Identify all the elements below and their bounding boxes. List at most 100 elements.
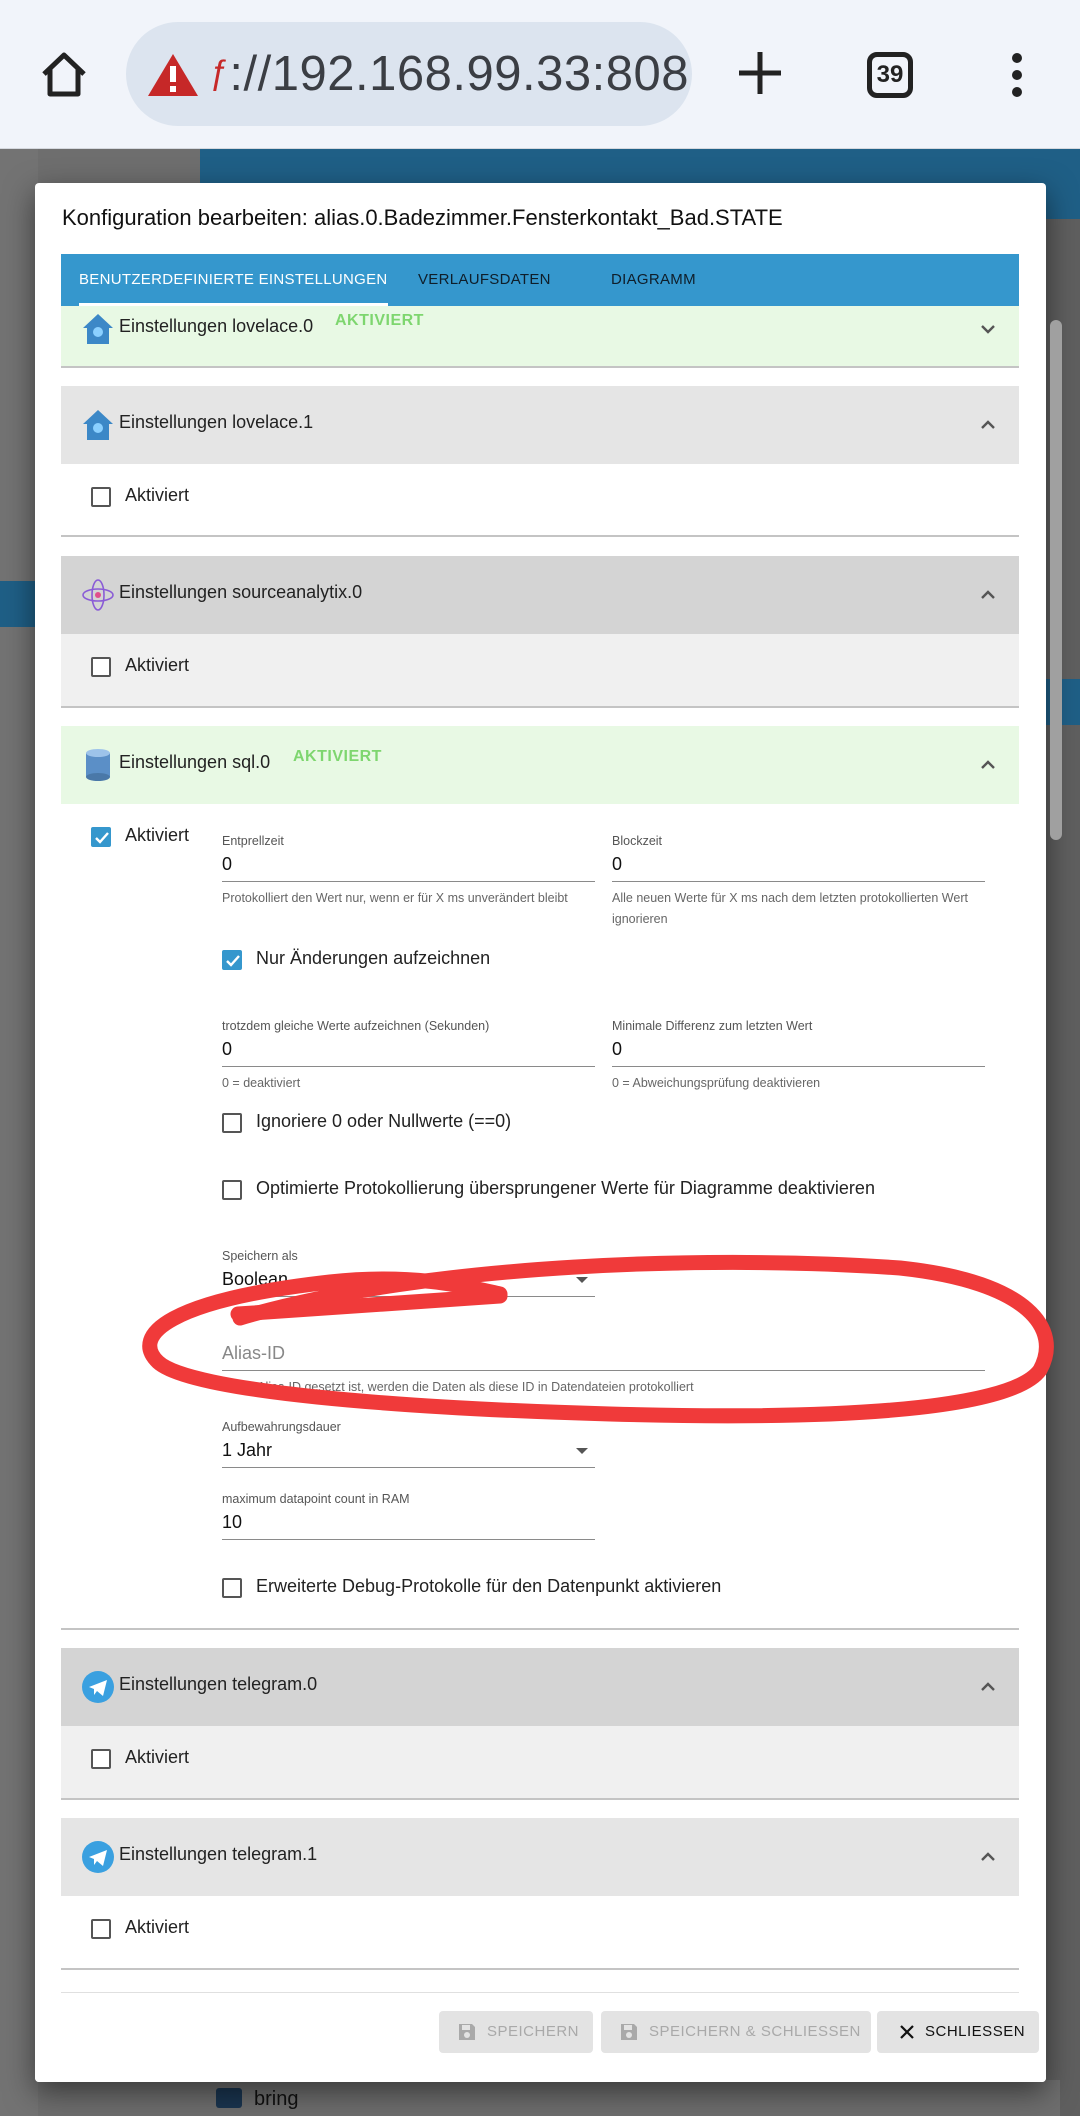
debug-logs-label: Erweiterte Debug-Protokolle für den Date… [256,1576,722,1596]
chevron-up-icon[interactable] [977,1676,999,1698]
retention-select[interactable]: 1 Jahr [222,1440,272,1461]
dialog-tabbar: BENUTZERDEFINIERTE EINSTELLUNGEN VERLAUF… [61,254,1019,306]
retention-underline [222,1467,595,1468]
same-values-underline [222,1066,595,1067]
ignore-zero-checkbox[interactable] [222,1113,242,1133]
background-sidebar [0,149,38,2116]
section-title: Einstellungen sourceanalytix.0 [119,582,363,602]
activated-checkbox[interactable] [91,657,111,677]
only-changes-checkbox[interactable] [222,950,242,970]
min-diff-input[interactable]: 0 [612,1039,622,1060]
disable-optimized-logging-checkbox[interactable] [222,1180,242,1200]
activated-badge: AKTIVIERT [335,312,424,329]
max-count-underline [222,1539,595,1540]
folder-icon [216,2088,242,2108]
more-options-icon[interactable] [1010,52,1024,98]
address-bar[interactable]: ƒ://192.168.99.33:8081 [126,22,692,126]
debounce-input[interactable]: 0 [222,854,232,875]
activated-label: Aktiviert [125,655,190,675]
dialog-title: Konfiguration bearbeiten: alias.0.Badezi… [62,205,783,230]
ignore-zero-label: Ignoriere 0 oder Nullwerte (==0) [256,1111,512,1131]
section-header[interactable]: Einstellungen lovelace.0 AKTIVIERT [61,306,1019,368]
blocktime-underline [612,881,985,882]
alias-id-input[interactable]: Alias-ID [222,1343,285,1364]
section-lovelace-0: Einstellungen lovelace.0 AKTIVIERT [61,306,1019,368]
blocktime-help: Alle neuen Werte für X ms nach dem letzt… [612,891,968,926]
section-header[interactable]: Einstellungen sourceanalytix.0 [61,556,1019,634]
activated-label: Aktiviert [125,485,190,505]
background-item-label: bring [254,2088,299,2110]
save-close-button[interactable]: SPEICHERN & SCHLIESSEN [601,2011,871,2053]
same-values-label: trotzdem gleiche Werte aufzeichnen (Seku… [222,1019,490,1033]
section-header[interactable]: Einstellungen telegram.0 [61,1648,1019,1726]
next-section-edge [61,1992,1019,1993]
section-lovelace-1: Einstellungen lovelace.1 Aktiviert [61,386,1019,537]
disable-optimized-logging-label: Optimierte Protokollierung übersprungene… [256,1178,875,1198]
url-text[interactable]: ƒ://192.168.99.33:8081 [210,46,692,102]
retention-dropdown-arrow-icon[interactable] [576,1448,588,1454]
tab-chart[interactable]: DIAGRAMM [611,254,696,306]
debug-logs-checkbox[interactable] [222,1578,242,1598]
config-dialog: Konfiguration bearbeiten: alias.0.Badezi… [35,183,1046,2082]
activated-checkbox[interactable] [91,1749,111,1769]
close-button[interactable]: SCHLIESSEN [877,2011,1039,2053]
max-count-input[interactable]: 10 [222,1512,242,1533]
activated-checkbox[interactable] [91,487,111,507]
lovelace-icon [83,314,113,344]
debounce-underline [222,881,595,882]
warning-icon[interactable] [146,52,200,98]
activated-checkbox[interactable] [91,1919,111,1939]
save-icon [459,2024,475,2040]
dialog-content: Einstellungen lovelace.0 AKTIVIERT Einst… [61,306,1019,1996]
browser-toolbar: ƒ://192.168.99.33:8081 39 [0,0,1080,149]
activated-label: Aktiviert [125,825,190,845]
section-header[interactable]: Einstellungen lovelace.1 [61,386,1019,464]
background-sidebar-active [0,581,38,627]
retention-label: Aufbewahrungsdauer [222,1420,341,1434]
section-sql-0: Einstellungen sql.0 AKTIVIERT Aktiviert … [61,726,1019,1630]
lovelace-icon [83,410,113,440]
tab-custom-settings[interactable]: BENUTZERDEFINIERTE EINSTELLUNGEN [79,254,388,306]
atom-icon [82,579,114,611]
content-scrollbar[interactable] [1050,320,1062,840]
chevron-down-icon[interactable] [977,318,999,340]
save-button-label: SPEICHERN [487,2023,580,2040]
telegram-icon [82,1671,114,1703]
tab-history-data[interactable]: VERLAUFSDATEN [418,254,551,306]
activated-badge: AKTIVIERT [293,748,382,765]
section-telegram-1: Einstellungen telegram.1 Aktiviert [61,1818,1019,1970]
blocktime-input[interactable]: 0 [612,854,622,875]
save-button[interactable]: SPEICHERN [439,2011,593,2053]
save-as-label: Speichern als [222,1249,298,1263]
save-as-select[interactable]: Boolean [222,1269,288,1290]
background-list-item: bring [200,2080,1060,2116]
section-title: Einstellungen sql.0 [119,752,271,772]
section-title: Einstellungen telegram.1 [119,1844,318,1864]
section-header[interactable]: Einstellungen telegram.1 [61,1818,1019,1896]
chevron-up-icon[interactable] [977,1846,999,1868]
section-telegram-0: Einstellungen telegram.0 Aktiviert [61,1648,1019,1800]
url-host: ://192.168.99.33:8081 [229,47,692,101]
dialog-footer: SPEICHERN SPEICHERN & SCHLIESSEN SCHLIES… [35,1996,1046,2082]
save-close-button-label: SPEICHERN & SCHLIESSEN [649,2023,861,2040]
home-icon[interactable] [38,48,90,100]
section-title: Einstellungen telegram.0 [119,1674,318,1694]
chevron-up-icon[interactable] [977,414,999,436]
debounce-label: Entprellzeit [222,834,284,848]
max-count-label: maximum datapoint count in RAM [222,1492,410,1506]
new-tab-icon[interactable] [735,48,785,98]
same-values-help: 0 = deaktiviert [222,1076,301,1090]
chevron-up-icon[interactable] [977,584,999,606]
url-scheme-fragment: ƒ [210,54,230,92]
chevron-up-icon[interactable] [977,754,999,776]
telegram-icon [82,1841,114,1873]
tab-switcher-button[interactable]: 39 [867,52,913,98]
section-header[interactable]: Einstellungen sql.0 AKTIVIERT [61,726,1019,804]
same-values-input[interactable]: 0 [222,1039,232,1060]
section-title: Einstellungen lovelace.0 [119,316,314,336]
min-diff-label: Minimale Differenz zum letzten Wert [612,1019,813,1033]
database-icon [86,749,110,781]
activated-checkbox[interactable] [91,827,111,847]
save-as-dropdown-arrow-icon[interactable] [576,1277,588,1283]
section-sourceanalytix-0: Einstellungen sourceanalytix.0 Aktiviert [61,556,1019,708]
